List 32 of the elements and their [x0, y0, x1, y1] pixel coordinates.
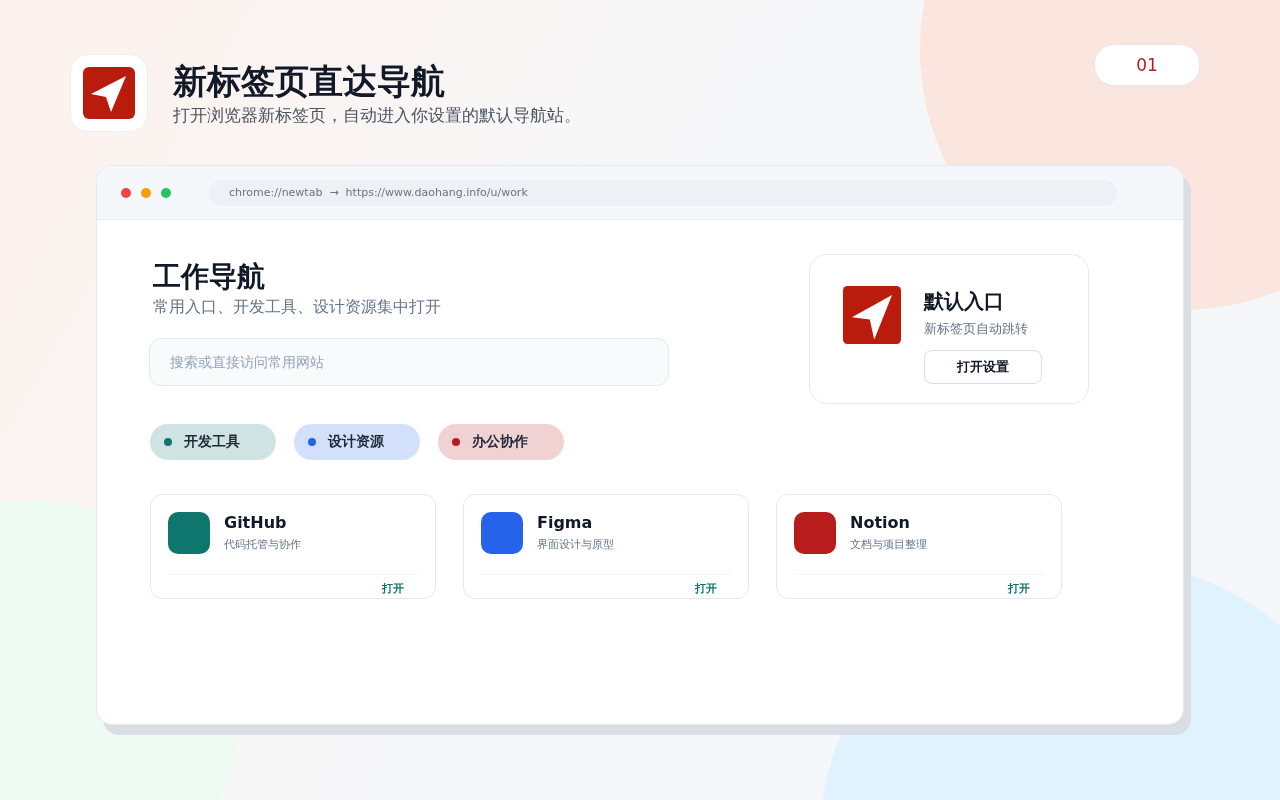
category-tag[interactable]: 设计资源: [294, 424, 420, 460]
site-name: Notion: [850, 512, 911, 534]
page-title: 新标签页直达导航: [173, 60, 446, 103]
category-label: 设计资源: [328, 433, 384, 451]
site-card[interactable]: GitHub 代码托管与协作 打开: [150, 494, 436, 599]
minimize-dot-icon[interactable]: [141, 187, 151, 198]
site-description: 代码托管与协作: [224, 537, 301, 552]
open-link[interactable]: 打开: [1008, 582, 1030, 595]
open-link[interactable]: 打开: [695, 582, 717, 595]
category-label: 办公协作: [472, 433, 528, 451]
address-bar[interactable]: chrome://newtab → https://www.daohang.info/u/work: [209, 179, 1117, 206]
site-name: Figma: [537, 512, 594, 534]
site-card[interactable]: Figma 界面设计与原型 打开: [463, 494, 749, 599]
category-tag[interactable]: 办公协作: [438, 424, 564, 460]
site-description: 文档与项目整理: [850, 537, 927, 552]
app-icon: [70, 54, 148, 132]
section-title: 工作导航: [153, 259, 266, 295]
entry-subtitle: 新标签页自动跳转: [924, 320, 1029, 338]
site-card[interactable]: Notion 文档与项目整理 打开: [776, 494, 1062, 599]
maximize-dot-icon[interactable]: [161, 187, 171, 198]
section-subtitle: 常用入口、开发工具、设计资源集中打开: [153, 296, 442, 318]
page-number-badge: 01: [1094, 44, 1200, 86]
site-name: GitHub: [224, 512, 288, 534]
category-label: 开发工具: [184, 433, 240, 451]
close-dot-icon[interactable]: [121, 187, 131, 198]
open-link[interactable]: 打开: [382, 582, 404, 595]
page-subtitle: 打开浏览器新标签页，自动进入你设置的默认导航站。: [173, 104, 582, 127]
site-description: 界面设计与原型: [537, 537, 614, 552]
entry-title: 默认入口: [924, 288, 1005, 315]
category-tag[interactable]: 开发工具: [150, 424, 276, 460]
search-field[interactable]: 搜索或直接访问常用网站: [149, 338, 669, 386]
open-settings-button[interactable]: 打开设置: [924, 350, 1042, 384]
